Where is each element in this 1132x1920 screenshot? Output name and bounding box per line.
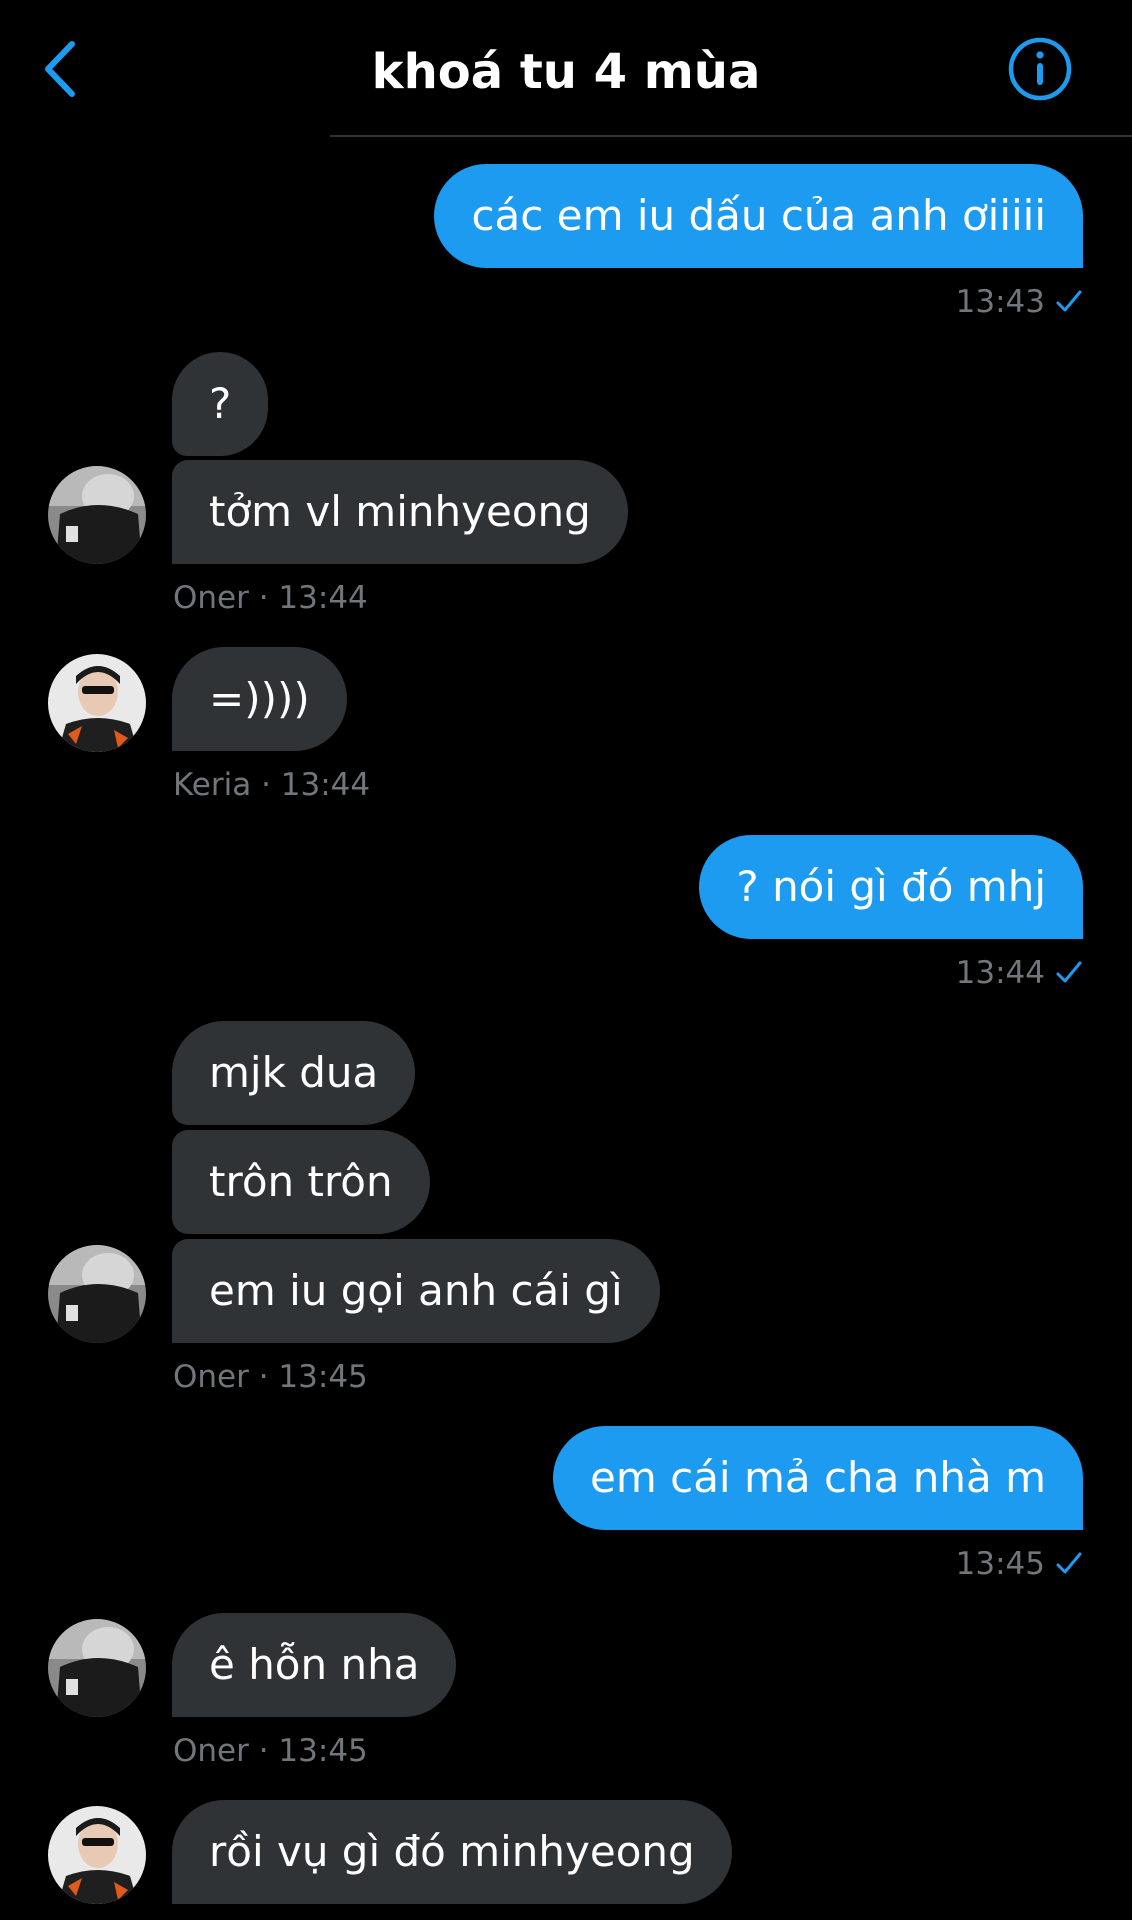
message-sender-meta: Oner · 13:45 xyxy=(173,1733,368,1769)
incoming-message-bubble[interactable]: mjk dua xyxy=(172,1021,416,1125)
message-timestamp: 13:43 xyxy=(956,282,1083,322)
avatar-image-keria xyxy=(48,1806,146,1904)
avatar-oner[interactable] xyxy=(48,1619,146,1717)
avatar-oner[interactable] xyxy=(48,466,146,564)
message-time: 13:45 xyxy=(955,1546,1045,1582)
message-time: 13:43 xyxy=(955,284,1045,320)
avatar-image-oner xyxy=(48,1619,146,1717)
message-timestamp: 13:45 xyxy=(956,1544,1083,1584)
conversation-title: khoá tu 4 mùa xyxy=(371,44,761,100)
incoming-message-bubble[interactable]: em iu gọi anh cái gì xyxy=(172,1239,660,1343)
message-sender-meta: Oner · 13:45 xyxy=(173,1359,368,1395)
incoming-message-bubble[interactable]: ? xyxy=(172,352,269,456)
info-button[interactable] xyxy=(1007,36,1073,102)
avatar-keria[interactable] xyxy=(48,654,146,752)
avatar-keria[interactable] xyxy=(48,1806,146,1904)
message-sender-meta: Oner · 13:44 xyxy=(173,580,368,616)
message-time: 13:44 xyxy=(955,955,1045,991)
incoming-message-bubble[interactable]: ê hỗn nha xyxy=(172,1613,457,1717)
message-sender-meta: Keria · 13:44 xyxy=(173,767,371,803)
info-icon xyxy=(1008,37,1072,101)
incoming-message-bubble[interactable]: rồi vụ gì đó minhyeong xyxy=(172,1800,732,1904)
incoming-message-bubble[interactable]: tởm vl minhyeong xyxy=(172,460,628,564)
incoming-message-bubble[interactable]: =)))) xyxy=(172,647,347,751)
outgoing-message-bubble[interactable]: các em iu dấu của anh ơiiiii xyxy=(434,164,1083,268)
avatar-oner[interactable] xyxy=(48,1245,146,1343)
avatar-image-oner xyxy=(48,466,146,564)
message-timestamp: 13:44 xyxy=(956,953,1083,993)
avatar-image-oner xyxy=(48,1245,146,1343)
outgoing-message-bubble[interactable]: ? nói gì đó mhj xyxy=(699,835,1083,939)
incoming-message-bubble[interactable]: trôn trôn xyxy=(172,1130,430,1234)
check-icon xyxy=(1056,1552,1082,1574)
avatar-image-keria xyxy=(48,654,146,752)
check-icon xyxy=(1056,290,1082,312)
check-icon xyxy=(1056,961,1082,983)
conversation-header: khoá tu 4 mùa xyxy=(0,0,1132,137)
header-divider xyxy=(330,135,1132,137)
outgoing-message-bubble[interactable]: em cái mả cha nhà m xyxy=(553,1426,1083,1530)
